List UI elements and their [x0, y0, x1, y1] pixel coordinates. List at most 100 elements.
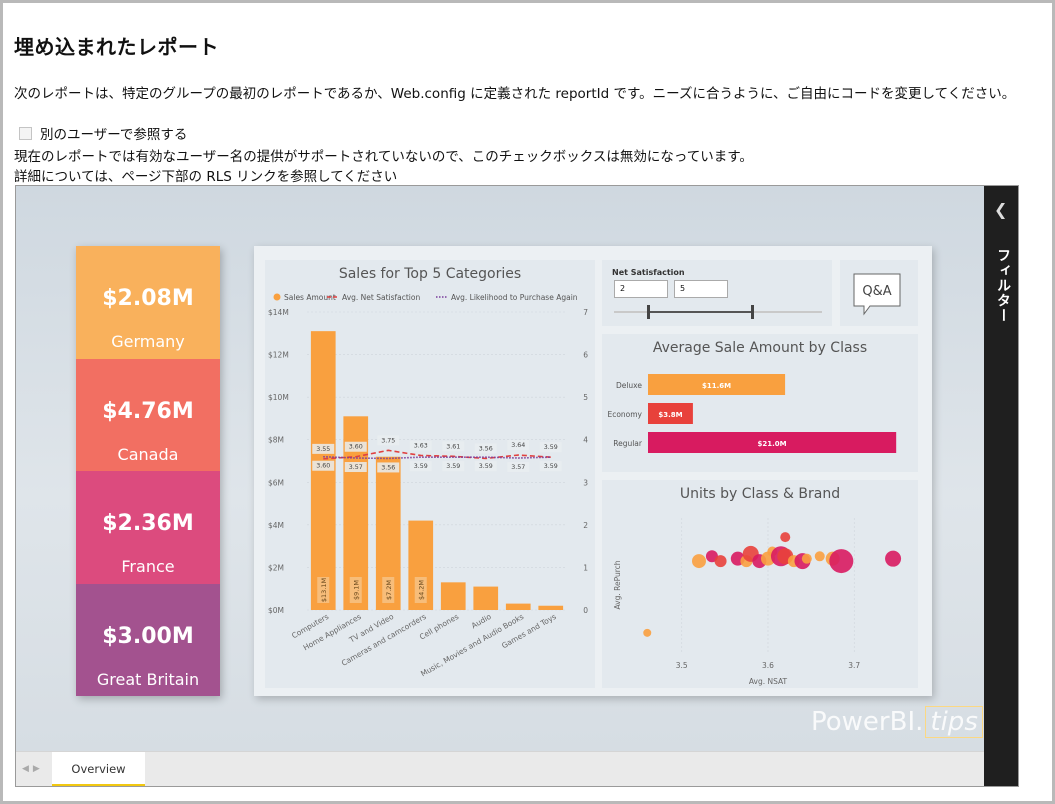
point-label: 3.56: [479, 445, 493, 452]
y-tick-label: $10M: [268, 393, 289, 402]
watermark-text: PowerBI.: [811, 707, 924, 737]
bar-4: [440, 582, 466, 610]
point-label: 3.63: [414, 442, 428, 449]
bar-label-group: $4.2M: [414, 577, 427, 603]
kpi-value: $2.08M: [102, 286, 194, 311]
x-tick-label: Games and Toys: [500, 612, 558, 651]
x-axis-title: Avg. NSAT: [749, 677, 788, 686]
avg-sale-chart: Deluxe $11.6M Economy $3.8M Regular $21.0M: [607, 374, 897, 453]
point-label: 3.59: [479, 463, 493, 470]
bar-label: $7.2M: [385, 580, 393, 600]
x-tick-label: 3.7: [848, 661, 860, 670]
kpi-card-great-britain[interactable]: $3.00M Great Britain: [76, 583, 220, 696]
net-satisfaction-slicer[interactable]: Net Satisfaction 2 5: [602, 260, 832, 326]
y2-tick-label: 3: [583, 478, 588, 487]
bar-7: [538, 605, 564, 610]
bar-label-group: $7.2M: [382, 577, 395, 603]
qa-label: Q&A: [862, 284, 891, 299]
x-tick-label: Home Appliances: [302, 612, 363, 653]
slicer-min-handle[interactable]: [647, 305, 650, 319]
hbar-value-label: $21.0M: [758, 440, 787, 448]
slicer-max-handle[interactable]: [751, 305, 754, 319]
alternate-user-label: 別のユーザーで参照する: [40, 127, 188, 143]
scatter-point-18: [780, 532, 791, 543]
point-label: 3.59: [446, 463, 460, 470]
point-label: 3.56: [381, 464, 395, 471]
slicer-range-track[interactable]: [602, 260, 832, 326]
point-label: 3.75: [381, 437, 395, 444]
x-tick-label: 3.6: [762, 661, 774, 670]
sales-top5-tile[interactable]: Sales for Top 5 Categories Sales Amount A…: [265, 260, 595, 688]
scatter-point-0: [643, 628, 652, 637]
point-label: 3.57: [349, 464, 363, 471]
watermark-tips: tips: [925, 706, 983, 738]
y-tick-label: $4M: [268, 521, 284, 530]
kpi-value: $2.36M: [102, 511, 194, 536]
sales-top5-chart: Sales Amount Avg. Net Satisfaction Avg. Li…: [268, 293, 588, 678]
category-label: Economy: [607, 410, 642, 419]
powerbi-tips-watermark: PowerBI. tips: [811, 706, 983, 738]
bar-6: [505, 603, 531, 610]
bar-label: $9.1M: [352, 580, 360, 600]
avg-sale-by-class-tile[interactable]: Average Sale Amount by Class Deluxe $11.6…: [602, 334, 918, 472]
tab-scroll-arrows-icon[interactable]: ◀▶: [22, 764, 44, 774]
kpi-value: $3.00M: [102, 623, 194, 649]
qa-tile[interactable]: Q&A: [840, 260, 918, 326]
kpi-card-france[interactable]: $2.36M France: [76, 471, 220, 584]
tab-overview[interactable]: Overview: [52, 752, 145, 786]
alternate-user-checkbox[interactable]: [19, 126, 32, 140]
y2-tick-label: 2: [583, 521, 588, 530]
category-label: Regular: [613, 439, 643, 448]
qa-bubble-icon[interactable]: Q&A: [840, 260, 918, 326]
point-label: 3.60: [349, 444, 363, 451]
kpi-card-canada[interactable]: $4.76M Canada: [76, 358, 220, 471]
kpi-card-stack: $2.08M Germany $4.76M Canada $2.36M Fran…: [76, 246, 220, 696]
bar-label-group: $13.1M: [317, 577, 330, 603]
browser-frame: 埋め込まれたレポート 次のレポートは、特定のグループの最初のレポートであるか、W…: [0, 0, 1055, 804]
scatter-point-3: [714, 555, 727, 568]
y-tick-label: $0M: [268, 606, 284, 615]
hbar-value-label: $3.8M: [658, 411, 682, 419]
y2-tick-label: 1: [583, 563, 588, 572]
legend-swatch-0: [273, 293, 281, 301]
y-tick-label: $12M: [268, 351, 289, 360]
embedded-report[interactable]: $2.08M Germany $4.76M Canada $2.36M Fran…: [15, 185, 1019, 787]
scatter-point-1: [692, 554, 706, 569]
x-tick-label: Audio: [470, 612, 493, 631]
legend-item: Avg. Likelihood to Purchase Again: [451, 293, 578, 302]
y-axis-title: Avg. RePurch: [613, 560, 622, 609]
scatter-point-14: [801, 553, 812, 564]
y2-tick-label: 5: [583, 393, 588, 402]
page-title: 埋め込まれたレポート: [14, 35, 219, 59]
units-scatter-chart: 3.5 3.6 3.7 Avg. NSAT Avg. RePurch: [613, 518, 902, 686]
y2-tick-label: 7: [583, 308, 588, 317]
bar-label: $4.2M: [417, 580, 425, 600]
units-by-class-brand-tile[interactable]: Units by Class & Brand 3.5 3.6 3.7 Avg. NSA…: [602, 480, 918, 688]
chevron-left-icon[interactable]: ❮: [994, 200, 1007, 219]
alternate-user-row: 別のユーザーで参照する: [19, 123, 187, 143]
point-label: 3.64: [511, 442, 525, 449]
bar-label-group: $9.1M: [349, 577, 362, 603]
point-label: 3.55: [316, 446, 330, 453]
y-tick-label: $6M: [268, 478, 284, 487]
point-label: 3.60: [316, 463, 330, 470]
kpi-label: Great Britain: [96, 669, 200, 689]
filter-pane[interactable]: ❮ フィルター: [984, 186, 1018, 786]
point-label: 3.59: [414, 463, 428, 470]
kpi-label: France: [121, 557, 175, 576]
x-tick-label: 3.5: [676, 661, 688, 670]
point-label: 3.59: [544, 444, 558, 451]
bar-5: [473, 586, 499, 610]
category-label: Deluxe: [616, 381, 642, 390]
page-tab-bar: ◀▶ Overview: [16, 751, 984, 786]
y-tick-label: $8M: [268, 436, 284, 445]
y-tick-label: $14M: [268, 308, 289, 317]
disabled-note-line2: 詳細については、ページ下部の RLS リンクを参照してください: [14, 169, 398, 185]
y-tick-label: $2M: [268, 563, 284, 572]
bar-label: $13.1M: [320, 578, 328, 602]
kpi-label: Germany: [111, 332, 185, 351]
disabled-note-line1: 現在のレポートでは有効なユーザー名の提供がサポートされていないので、このチェック…: [14, 149, 753, 165]
kpi-value: $4.76M: [102, 398, 194, 424]
kpi-card-germany[interactable]: $2.08M Germany: [76, 246, 220, 359]
point-label: 3.59: [544, 463, 558, 470]
